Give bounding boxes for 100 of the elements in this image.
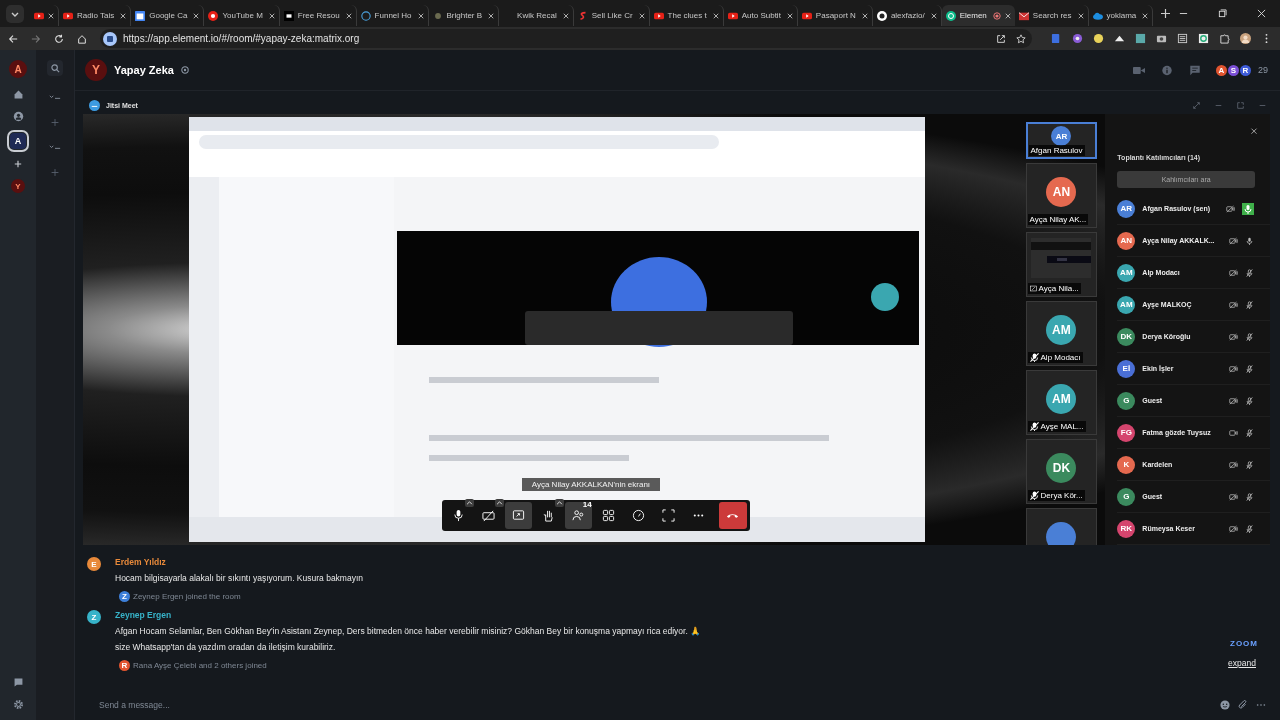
close-icon[interactable] [1004,12,1011,19]
extension-icon[interactable] [1198,33,1209,44]
close-icon[interactable] [1077,12,1084,19]
room-name[interactable]: Yapay Zeka [114,64,174,76]
browser-tab[interactable]: Search res [1014,5,1089,26]
threads-icon[interactable] [1189,64,1201,76]
browser-tab[interactable]: Pasaport N [797,5,873,26]
close-icon[interactable] [488,12,495,19]
camera-icon[interactable] [1156,33,1167,44]
camera-off-icon [481,509,495,522]
expand-icon[interactable] [1193,102,1200,109]
close-icon[interactable] [193,12,200,19]
participant-avatar: FG [1117,423,1136,442]
browser-tab[interactable]: Auto Subtit [723,5,798,26]
share-button[interactable] [504,502,532,529]
forward-icon[interactable] [31,33,41,44]
close-icon[interactable] [930,12,937,19]
browser-tab[interactable]: alexfazio/ [872,5,942,26]
browser-tab[interactable]: yoklama [1088,5,1154,26]
back-icon[interactable] [8,33,18,44]
address-bar[interactable]: https://app.element.io/#/room/#yapay-zeka:matrix.org [100,29,1032,48]
extension-icon[interactable] [1114,33,1125,44]
home-icon[interactable] [77,33,87,44]
video-call-icon[interactable] [1133,64,1145,76]
restore-icon[interactable] [1218,9,1227,18]
reload-icon[interactable] [54,33,64,44]
participant-tile[interactable]: AM Ayşe MAL... [1025,370,1098,435]
extension-icon[interactable] [1072,33,1083,44]
caret-button[interactable] [494,499,504,507]
user-avatar[interactable]: A [9,60,27,78]
browser-tab[interactable]: Kwik Recal [499,5,574,26]
participant-tile[interactable]: DK Derya Kör... [1025,439,1098,504]
close-icon[interactable] [1142,12,1149,19]
sender-name[interactable]: Zeynep Ergen [115,610,702,620]
star-icon[interactable] [1016,33,1026,44]
new-tab-icon[interactable] [1161,9,1171,18]
room-avatar[interactable]: Y [85,59,107,81]
browser-tab[interactable]: Radio Tais [59,5,132,26]
participant-name: Alp Modacı [1040,353,1081,362]
attachment-icon[interactable] [1238,700,1248,710]
tab-search-button[interactable] [6,4,24,23]
space-avatar[interactable]: A [10,133,26,149]
close-icon[interactable] [120,12,127,19]
close-icon[interactable] [268,12,275,19]
participant-tile[interactable]: AN Ayça Nilay AK... [1025,163,1098,228]
browser-tab[interactable]: Brighter B [428,5,500,26]
plus-icon[interactable] [14,160,22,168]
participant-tile[interactable]: AR Afgan Rasulov [1025,122,1098,159]
home-icon[interactable] [12,89,24,100]
close-icon[interactable] [345,12,352,19]
hangup-button[interactable] [718,502,747,529]
emoji-icon[interactable] [1220,700,1230,710]
browser-tab[interactable]: Sell Like Cr [573,5,650,26]
extension-icon[interactable] [1177,33,1188,44]
participant-avatar: Eİ [1117,359,1136,378]
participants-button[interactable]: 14 [564,502,592,529]
browser-tab[interactable]: YouTube M [204,5,280,26]
close-icon[interactable] [417,12,424,19]
microphone-icon [451,509,465,522]
member-avatar: Z [119,591,130,602]
browser-tab[interactable]: Free Resou [279,5,357,26]
close-icon[interactable] [712,12,719,19]
message-input[interactable]: Send a message... [97,699,1212,711]
avatar-icon[interactable] [1240,33,1251,44]
settings-icon[interactable] [12,699,24,710]
browser-tab[interactable]: Google Ca [131,5,205,26]
participant-avatar: G [1117,487,1136,506]
close-icon[interactable] [638,12,645,19]
participant-avatar: AM [1046,314,1077,345]
close-icon[interactable] [48,12,54,19]
caret-button[interactable] [464,499,474,507]
extension-icon[interactable] [1093,33,1104,44]
browser-tab[interactable]: Elemen [941,5,1015,26]
person-icon[interactable] [12,111,24,122]
caret-button[interactable] [554,499,564,507]
site-info-icon[interactable] [103,31,117,46]
participant-tile[interactable]: AM Alp Modacı [1025,301,1098,366]
member-avatars[interactable]: A S R [1216,64,1251,76]
browser-tab[interactable]: Funnel Ho [356,5,429,26]
close-icon[interactable] [1257,9,1266,18]
collapse-icon[interactable] [49,144,61,151]
close-icon[interactable] [786,12,793,19]
more-icon[interactable] [1259,102,1266,109]
open-external-icon[interactable] [996,33,1006,44]
collapse-icon[interactable] [49,94,61,101]
room-avatar[interactable]: Y [11,179,25,193]
browser-tab[interactable]: The clues t [649,5,724,26]
chat-icon[interactable] [12,677,24,688]
close-icon[interactable] [861,12,868,19]
close-icon[interactable] [1250,128,1258,135]
info-icon[interactable] [1161,64,1173,76]
sender-name[interactable]: Erdem Yıldız [115,557,363,567]
close-icon[interactable] [562,12,569,19]
tooltip: Ayça Nilay AKKALKAN'nin ekranı [521,478,661,491]
puzzle-icon[interactable] [1219,33,1230,44]
expand-link[interactable]: expand [1228,658,1256,668]
participant-avatar: AR [1051,126,1072,146]
search-button[interactable] [47,60,63,76]
participant-tile[interactable]: Ayça Nila... [1025,232,1098,297]
extension-icon[interactable] [1135,33,1146,44]
